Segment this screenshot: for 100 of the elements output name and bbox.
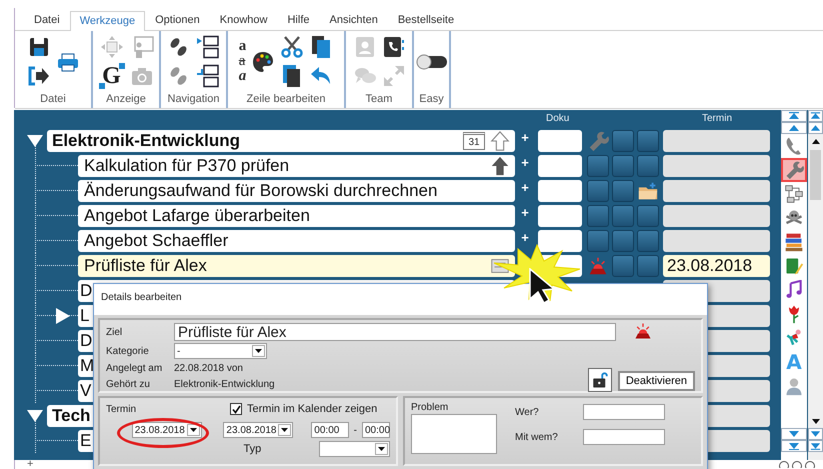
layout-arrow-icon[interactable] — [196, 35, 220, 59]
field-label: Mit wem? — [515, 432, 559, 442]
slot-button[interactable] — [612, 130, 634, 152]
doku-field[interactable] — [538, 230, 582, 252]
slot-button[interactable] — [587, 180, 609, 202]
slot-button[interactable] — [612, 254, 634, 276]
up-arrow-outline-icon[interactable] — [489, 130, 511, 152]
expanded-triangle-icon[interactable] — [26, 134, 44, 148]
person-icon — [784, 376, 804, 396]
task-row[interactable]: Kalkulation für P370 prüfen — [78, 154, 515, 176]
task-row[interactable]: Prüfliste für Alex — [78, 254, 515, 276]
date-dropdown[interactable]: 23.08.2018 — [223, 422, 294, 438]
scroll-down-button[interactable] — [781, 428, 807, 440]
slot-button[interactable] — [612, 154, 634, 176]
add-button[interactable]: + — [27, 460, 34, 469]
input-field[interactable] — [583, 429, 665, 445]
exit-arrow-icon[interactable] — [26, 64, 50, 88]
layout-corner-icon[interactable] — [196, 64, 220, 88]
doku-field[interactable] — [538, 130, 582, 152]
add-button[interactable]: + — [515, 205, 535, 220]
open-padlock-icon — [590, 371, 609, 389]
slot-button[interactable] — [612, 230, 634, 252]
slot-button[interactable] — [637, 230, 659, 252]
slot-button[interactable] — [612, 204, 634, 226]
slot-button[interactable] — [637, 130, 659, 152]
add-button[interactable]: + — [515, 180, 535, 195]
phone-book-icon[interactable] — [382, 35, 406, 59]
scroll-down-button[interactable] — [808, 428, 823, 440]
up-triangle-icon — [809, 124, 822, 132]
scroll-up-button[interactable] — [808, 122, 823, 134]
problem-field[interactable] — [411, 414, 497, 454]
group-label: Navigation — [168, 93, 220, 107]
wrench-icon — [784, 160, 804, 180]
field-label: Angelegt am — [106, 363, 164, 374]
slot-button[interactable] — [612, 180, 634, 202]
time-field[interactable]: 00:00 — [311, 422, 349, 438]
task-title: D — [80, 330, 92, 350]
scroll-top-button[interactable] — [808, 110, 823, 122]
doku-field[interactable] — [538, 204, 582, 226]
add-button[interactable]: + — [515, 130, 535, 145]
music-note-icon — [784, 280, 804, 300]
field-label: Gehört zu — [106, 378, 151, 390]
field-label: Typ — [244, 443, 262, 455]
slot-button[interactable] — [587, 154, 609, 176]
slot-button[interactable] — [587, 230, 609, 252]
scroll-bottom-button[interactable] — [808, 440, 823, 452]
slot-button[interactable] — [587, 204, 609, 226]
field-value: 22.08.2018 von — [174, 363, 243, 374]
calendar-icon[interactable]: 31 — [463, 132, 485, 150]
font-letters-icon[interactable]: a a a — [238, 39, 246, 84]
wrench-button[interactable] — [781, 158, 807, 182]
checkbox-label: Termin im Kalender zeigen — [247, 403, 378, 415]
termin-field[interactable] — [663, 180, 770, 202]
ribbon-tab[interactable]: Werkzeuge — [70, 11, 146, 31]
time-field[interactable]: 00:00 — [362, 422, 390, 438]
field-label: Kategorie — [106, 346, 150, 356]
task-row[interactable]: Angebot Lafarge überarbeiten — [78, 204, 515, 226]
doku-field[interactable] — [538, 180, 582, 202]
scrollbar-thumb[interactable] — [810, 150, 821, 200]
palette-icon[interactable] — [251, 50, 276, 74]
scroll-top-button[interactable] — [781, 110, 807, 122]
typ-dropdown[interactable] — [318, 441, 390, 457]
up-arrow-icon[interactable] — [489, 154, 511, 176]
slot-button[interactable] — [637, 154, 659, 176]
add-button[interactable]: + — [515, 230, 535, 245]
scissors-icon[interactable] — [280, 35, 304, 59]
input-field[interactable] — [583, 404, 665, 420]
group-row[interactable]: Elektronik-Entwicklung 31 — [47, 130, 515, 152]
scroll-bottom-button[interactable] — [781, 440, 807, 452]
deactivate-button[interactable]: Deaktivieren — [618, 371, 695, 391]
down-triangle-bar-icon — [787, 442, 801, 450]
termin-field[interactable] — [663, 130, 770, 152]
task-row[interactable]: Änderungsaufwand für Borowski durchrechnen — [78, 180, 515, 202]
group-title: Elektronik-Entwicklung — [52, 130, 240, 150]
dialog-title: Details bearbeiten — [94, 284, 707, 315]
ziel-field[interactable]: Prüfliste für Alex — [174, 323, 616, 341]
task-row[interactable]: Angebot Schaeffler — [78, 230, 515, 252]
circles-icon — [779, 460, 815, 468]
task-title: Angebot Lafarge überarbeiten — [84, 206, 310, 226]
up-triangle-icon — [787, 124, 801, 132]
up-triangle-bar-icon — [809, 112, 822, 120]
calendar-checkbox[interactable] — [230, 403, 242, 415]
termin-field[interactable] — [663, 230, 770, 252]
group-label: Team — [366, 93, 392, 107]
expanded-triangle-icon[interactable] — [26, 409, 44, 423]
slot-button[interactable] — [637, 254, 659, 276]
kategorie-dropdown[interactable]: - — [174, 343, 267, 359]
termin-field[interactable] — [663, 154, 770, 176]
time-separator: - — [354, 424, 357, 436]
scroll-up-button[interactable] — [781, 122, 807, 134]
doku-field[interactable] — [538, 154, 582, 176]
termin-field[interactable] — [663, 204, 770, 226]
termin-field[interactable]: 23.08.2018 — [663, 254, 770, 276]
up-triangle-bar-icon — [787, 112, 801, 120]
add-button[interactable]: + — [515, 155, 535, 170]
slot-button[interactable] — [637, 204, 659, 226]
lock-button[interactable] — [588, 368, 612, 392]
down-triangle-icon — [787, 430, 801, 438]
date-dropdown[interactable]: 23.08.2018 — [132, 422, 202, 438]
notebook-pencil-icon — [784, 256, 804, 276]
